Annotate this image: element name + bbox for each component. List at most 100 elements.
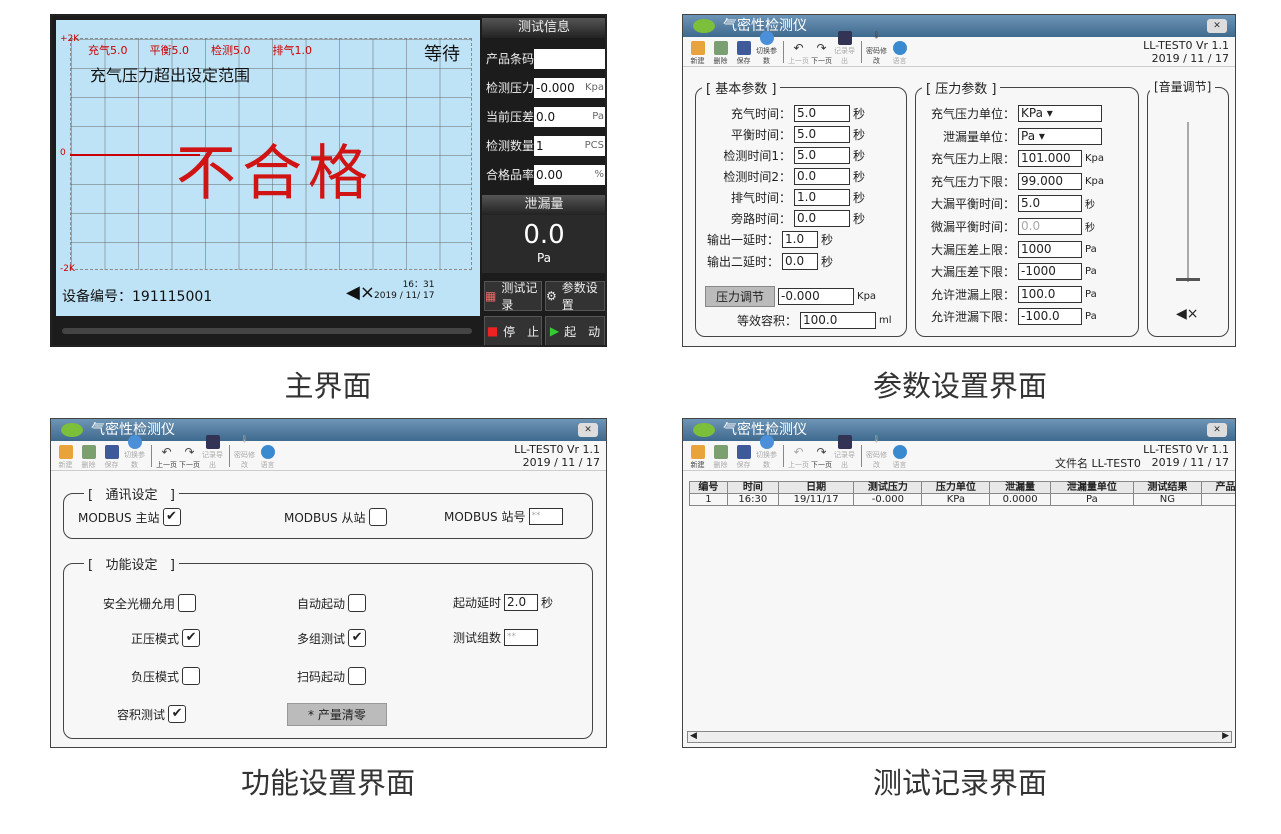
progress-slider[interactable]	[62, 328, 472, 334]
pressure-param-label: 充气压力上限：	[930, 152, 1015, 167]
column-header: 时间	[726, 481, 779, 494]
pass-rate-field: 0.00%	[534, 164, 605, 185]
start-button[interactable]: ▶ 起 动	[545, 316, 605, 345]
volume-test-checkbox[interactable]: ✔	[168, 705, 187, 723]
save-button[interactable]: 保存	[101, 445, 122, 470]
close-icon[interactable]: ✕	[1207, 423, 1227, 437]
export-button[interactable]: 记录导出	[834, 31, 855, 66]
volume-title: [音量调节]	[1150, 78, 1216, 95]
param-field[interactable]: 5.0	[794, 126, 850, 143]
multi-group-checkbox[interactable]: ✔	[348, 629, 367, 647]
switch-param-button[interactable]: 切换参数	[756, 31, 777, 66]
group-count-field[interactable]: **	[504, 629, 539, 646]
pressure-param-label: 大漏压差下限：	[930, 265, 1015, 280]
prev-page-button[interactable]: ↶ 上一页	[156, 445, 177, 470]
prev-page-button[interactable]: ↶ 上一页	[788, 41, 809, 66]
new-button[interactable]: 新建	[55, 445, 76, 470]
param-label: 旁路时间：	[730, 212, 791, 226]
close-icon[interactable]: ✕	[1207, 19, 1227, 33]
new-button[interactable]: 新建	[687, 445, 708, 470]
switch-param-button[interactable]: 切换参数	[124, 435, 145, 470]
password-button[interactable]: 🌡 密码修改	[866, 435, 887, 470]
mute-icon[interactable]: ◀×	[346, 282, 375, 303]
pressure-param-field[interactable]: -1000	[1018, 263, 1082, 281]
main-screen-panel: +2K 0 -2K 充气5.0 平衡5.0 检测5.0 排气1.0 等待 充气压…	[50, 14, 607, 347]
language-button[interactable]: 语言	[889, 41, 910, 66]
barcode-field[interactable]	[534, 48, 605, 69]
pressure-param-unit: Kpa	[1085, 153, 1105, 165]
prev-page-button[interactable]: ↶ 上一页	[788, 445, 809, 470]
table-cell: NG	[1132, 493, 1202, 506]
delete-button[interactable]: 删除	[710, 445, 731, 470]
test-records-panel: 气密性检测仪 ✕ 新建 删除 保存 切换参数 ↶ 上一页 ↷ 下一页 记录导出 🌡 密码…	[682, 418, 1236, 748]
light-curtain-checkbox[interactable]	[178, 594, 197, 612]
slave-checkbox[interactable]	[368, 508, 387, 526]
auto-start-checkbox[interactable]	[348, 594, 367, 612]
station-field[interactable]: **	[528, 508, 563, 525]
caption-records: 测试记录界面	[872, 766, 1047, 800]
positive-mode-checkbox[interactable]: ✔	[182, 629, 201, 647]
clear-output-button[interactable]: * 产量清零	[287, 703, 387, 726]
pressure-param-field[interactable]: 5.0	[1018, 195, 1082, 213]
language-button[interactable]: 语言	[257, 445, 278, 470]
settings-button[interactable]: ⚙ 参数设置	[545, 281, 605, 312]
volume-slider-thumb[interactable]	[1176, 278, 1200, 281]
volume-field[interactable]: 100.0	[800, 312, 876, 329]
record-button[interactable]: ▦ 测试记录	[484, 281, 542, 312]
param-field[interactable]: 0.0	[782, 253, 818, 270]
param-field[interactable]: 0.0	[794, 210, 850, 227]
group-count-label: 测试组数	[453, 631, 502, 645]
next-page-button[interactable]: ↷ 下一页	[179, 445, 200, 470]
scan-start-checkbox[interactable]	[348, 667, 367, 685]
password-button[interactable]: 🌡 密码修改	[234, 435, 255, 470]
device-number: 设备编号：191115001	[62, 289, 213, 305]
pressure-param-field[interactable]: 99.000	[1018, 172, 1082, 190]
volume-slider-track[interactable]	[1187, 122, 1189, 282]
horizontal-scrollbar[interactable]: ◀ ▶	[687, 731, 1232, 743]
table-cell: 1	[689, 493, 728, 506]
pressure-param-unit: 秒	[1085, 200, 1095, 212]
record-icon: ▦	[485, 289, 497, 303]
gear-icon: ⚙	[546, 289, 557, 303]
language-button[interactable]: 语言	[889, 445, 910, 470]
pressure-param-field[interactable]: 100.0	[1018, 285, 1082, 303]
pressure-param-field[interactable]: 101.000	[1018, 150, 1082, 168]
save-button[interactable]: 保存	[733, 445, 754, 470]
new-button[interactable]: 新建	[687, 41, 708, 66]
pressure-param-label: 大漏平衡时间：	[930, 197, 1015, 212]
pressure-param-field[interactable]: 1000	[1018, 240, 1082, 258]
export-button[interactable]: 记录导出	[202, 435, 223, 470]
pressure-adjust-button[interactable]: 压力调节	[705, 286, 776, 307]
pressure-param-field[interactable]: Pa ▾	[1018, 127, 1102, 145]
comm-title: [ 通讯设定 ]	[84, 484, 179, 503]
mute-icon[interactable]: ◀×	[1176, 306, 1199, 322]
start-delay-field[interactable]: 2.0	[504, 594, 539, 611]
switch-param-button[interactable]: 切换参数	[756, 435, 777, 470]
delete-button[interactable]: 删除	[710, 41, 731, 66]
close-icon[interactable]: ✕	[578, 423, 598, 437]
pressure-param-field[interactable]: -100.0	[1018, 308, 1082, 326]
param-field[interactable]: 5.0	[794, 105, 850, 122]
master-checkbox[interactable]: ✔	[162, 508, 181, 526]
param-field[interactable]: 0.0	[794, 168, 850, 185]
station-label: MODBUS 站号	[444, 510, 526, 524]
password-button[interactable]: 🌡 密码修改	[866, 31, 887, 66]
pressure-params-title: [ 压力参数 ]	[922, 78, 1001, 97]
param-field[interactable]: 5.0	[794, 147, 850, 164]
leak-display: 0.0 Pa	[482, 215, 605, 273]
pressure-param-field[interactable]: 0.0	[1018, 218, 1082, 235]
param-field[interactable]: 1.0	[794, 189, 850, 206]
stop-button[interactable]: ■ 停 止	[484, 316, 542, 345]
delete-button[interactable]: 删除	[78, 445, 99, 470]
negative-mode-checkbox[interactable]	[182, 667, 201, 685]
scroll-right-icon: ▶	[1222, 731, 1229, 741]
export-button[interactable]: 记录导出	[834, 435, 855, 470]
table-row[interactable]: 1 16:30 19/11/17 -0.000 KPa 0.0000 Pa NG	[689, 493, 1235, 506]
save-button[interactable]: 保存	[733, 41, 754, 66]
pressure-param-field[interactable]: KPa ▾	[1018, 105, 1102, 122]
next-page-button[interactable]: ↷ 下一页	[811, 41, 832, 66]
pressure-adjust-field[interactable]: -0.000	[778, 288, 855, 305]
param-field[interactable]: 1.0	[782, 231, 818, 248]
next-page-button[interactable]: ↷ 下一页	[811, 445, 832, 470]
field-label: 检测压力	[486, 81, 535, 95]
